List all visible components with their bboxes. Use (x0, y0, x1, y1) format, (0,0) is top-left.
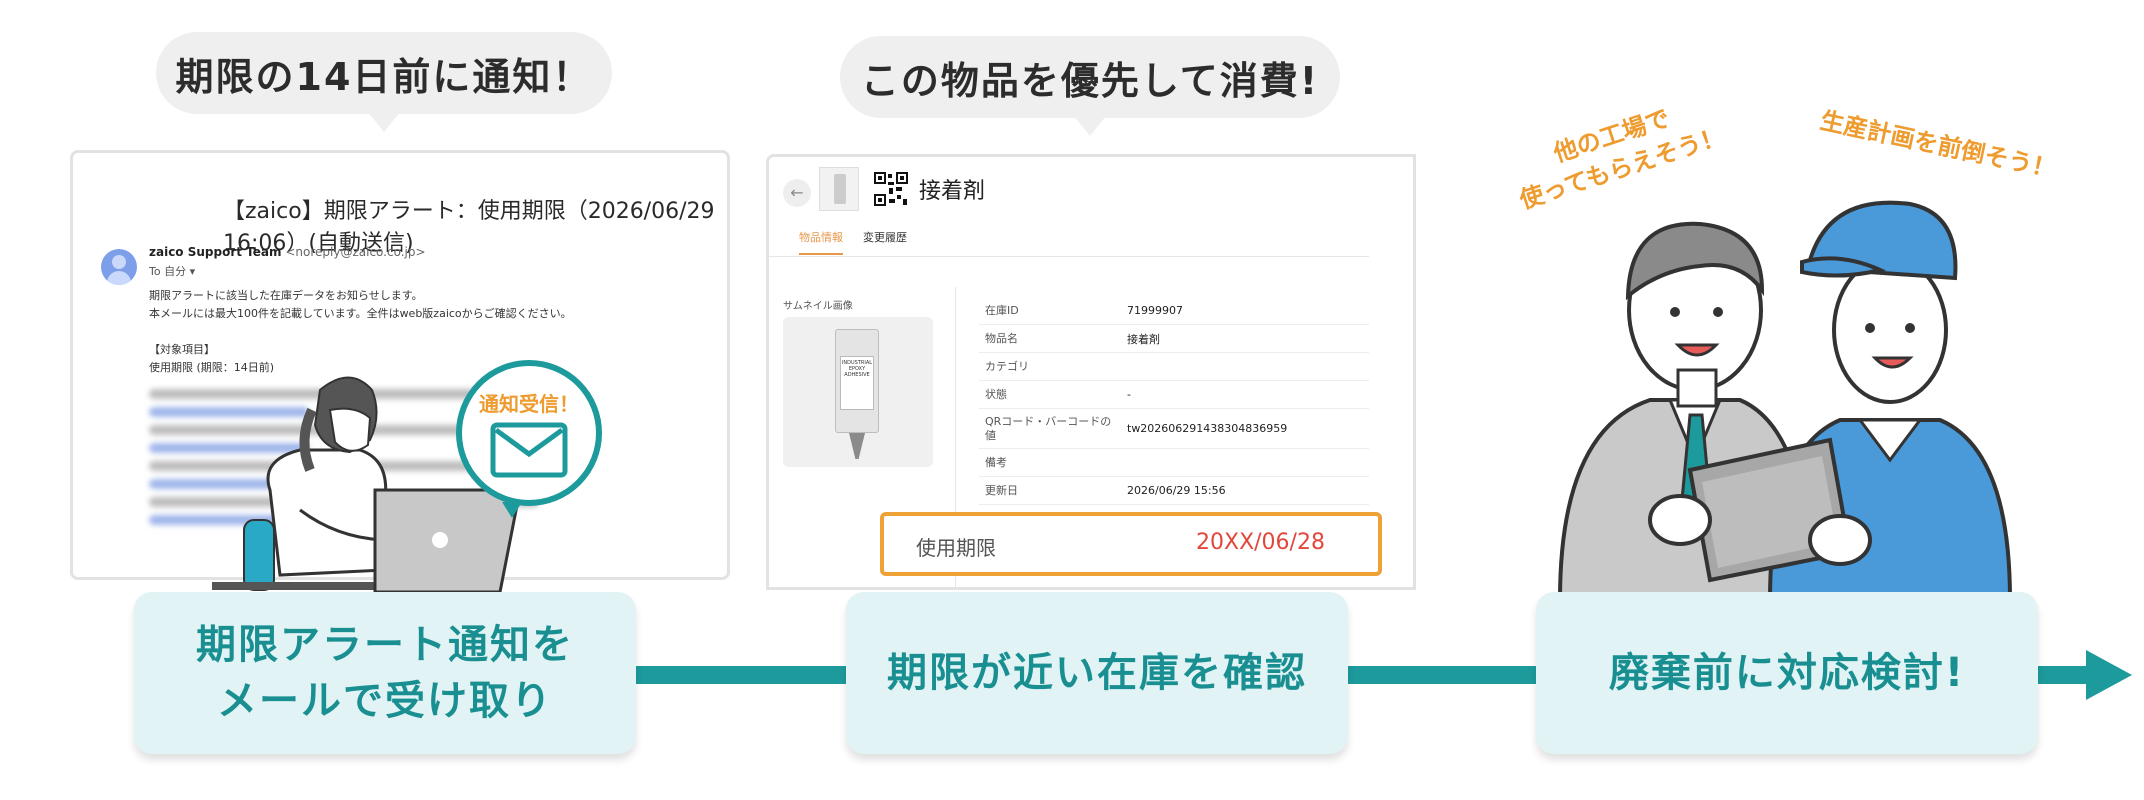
expiry-date-highlight: 使用期限 20XX/06/28 (880, 512, 1382, 576)
row-key: 備考 (985, 455, 1007, 469)
speech-bubble-consume: この物品を優先して消費! (840, 36, 1340, 136)
sender-address: <noreply@zaico.co.jp> (285, 245, 426, 259)
back-arrow-icon[interactable]: ← (783, 179, 811, 207)
speech-bubble-notify: 期限の14日前に通知！ (156, 32, 612, 132)
row-value: tw20260629143830483695​9 (1127, 422, 1288, 435)
tab-item-info[interactable]: 物品情報 (799, 229, 843, 255)
item-tabs: 物品情報 変更履歴 (769, 223, 1369, 257)
expiry-label: 使用期限 (916, 536, 996, 560)
product-image: INDUSTRIAL EPOXY ADHESIVE (783, 317, 933, 467)
table-row: 在庫ID 71999907 (979, 297, 1369, 325)
row-key: 更新日 (985, 483, 1018, 497)
table-row: 状態 - (979, 381, 1369, 409)
adhesive-cartridge-image: INDUSTRIAL EPOXY ADHESIVE (835, 329, 879, 433)
email-body-line: 期限アラートに該当した在庫データをお知らせします。 (149, 289, 423, 302)
table-row: 更新日 2026/06/29 15:56 (979, 477, 1369, 505)
row-value: 71999907 (1127, 304, 1183, 317)
step-receive-alert: 期限アラート通知を メールで受け取り (134, 592, 636, 754)
row-key: 物品名 (985, 331, 1018, 345)
product-label: INDUSTRIAL EPOXY ADHESIVE (840, 356, 874, 410)
note-production-plan: 生産計画を前倒そう！ (1817, 106, 2059, 184)
email-sender: zaico Support Team <noreply@zaico.co.jp> (149, 245, 426, 259)
row-value: - (1127, 388, 1131, 401)
email-body-line: 【対象項目】 (149, 343, 215, 356)
mail-envelope-icon (490, 422, 568, 478)
row-value: 2026/06/29 15:56 (1127, 484, 1226, 497)
row-key: QRコード・バーコードの値 (985, 414, 1112, 442)
workers-tablet-illustration (1557, 200, 2013, 600)
table-row: 物品名 接着剤 (979, 325, 1369, 353)
product-label-line: ADHESIVE (844, 372, 870, 378)
row-value (1121, 459, 1369, 467)
item-thumbnail-small (819, 167, 859, 211)
tab-change-history[interactable]: 変更履歴 (863, 229, 907, 245)
row-key: 状態 (985, 387, 1007, 401)
notification-label: 通知受信！ (479, 392, 579, 416)
step-receive-alert-line: 期限アラート通知を (196, 622, 574, 668)
flow-arrow-icon (2086, 650, 2132, 700)
row-key: 在庫ID (985, 303, 1019, 317)
note-other-factory: 他の工場で 使ってもらえそう！ (1505, 87, 1729, 218)
email-recipient[interactable]: To 自分 ▾ (149, 263, 195, 279)
notification-badge: 通知受信！ (456, 360, 602, 518)
row-value: 接着剤 (1127, 332, 1160, 346)
table-row: 備考 (979, 449, 1369, 477)
cartridge-nozzle (849, 433, 865, 459)
item-attributes-table: 在庫ID 71999907 物品名 接着剤 カテゴリ 状態 - QRコード・バー… (979, 297, 1369, 505)
table-row: カテゴリ (979, 353, 1369, 381)
step-consider-action: 廃棄前に対応検討! (1536, 592, 2038, 754)
speech-bubble-notify-text: 期限の14日前に通知！ (175, 54, 593, 99)
row-value (1121, 363, 1369, 371)
item-title: 接着剤 (919, 179, 986, 204)
speech-bubble-consume-text: この物品を優先して消費! (860, 58, 1320, 103)
step-receive-alert-line: メールで受け取り (217, 678, 553, 724)
sender-name: zaico Support Team (149, 245, 282, 259)
qr-code-icon[interactable] (873, 171, 909, 207)
sender-avatar (101, 249, 137, 285)
email-body-line: 本メールには最大100件を記載しています。全件はweb版zaicoからご確認くだ… (149, 307, 572, 320)
row-key: カテゴリ (985, 359, 1029, 373)
thumbnail-label: サムネイル画像 (783, 301, 853, 312)
table-row: QRコード・バーコードの値 tw20260629143830483695​9 (979, 409, 1369, 449)
step-check-inventory: 期限が近い在庫を確認 (846, 592, 1348, 754)
expiry-value: 20XX/06/28 (1196, 530, 1325, 555)
